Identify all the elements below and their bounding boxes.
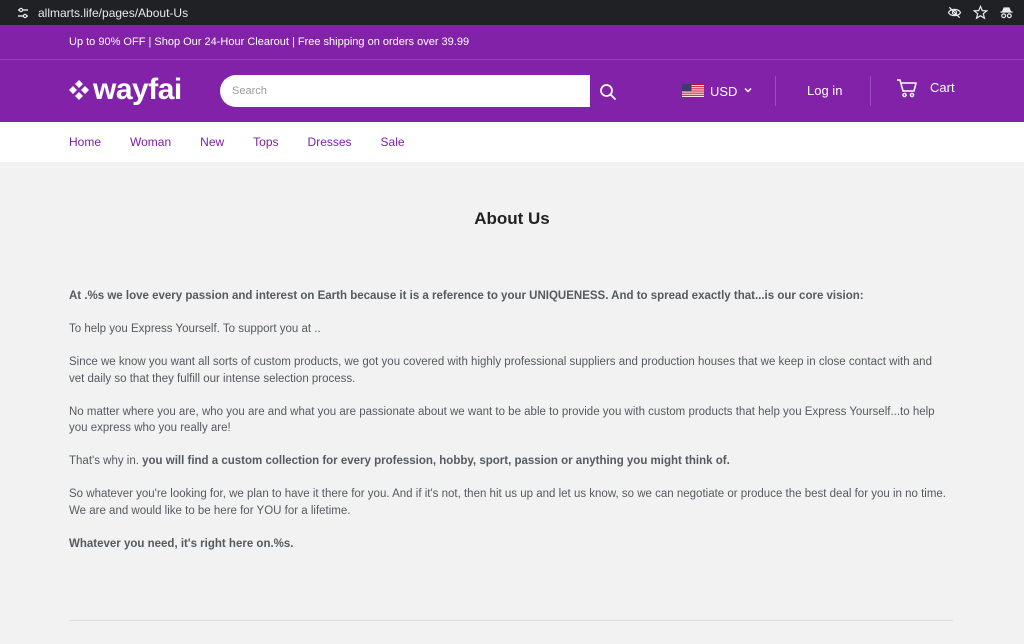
- announcement-text[interactable]: Up to 90% OFF | Shop Our 24-Hour Clearou…: [69, 36, 469, 48]
- main-nav: Home Woman New Tops Dresses Sale: [0, 122, 1024, 162]
- login-link[interactable]: Log in: [807, 83, 842, 98]
- cart-label: Cart: [930, 79, 955, 95]
- currency-label: USD: [710, 83, 738, 99]
- nav-item-woman[interactable]: Woman: [130, 135, 171, 149]
- eye-off-icon[interactable]: [946, 5, 962, 21]
- article-text-bold: you will find a custom collection for ev…: [142, 455, 730, 467]
- incognito-icon[interactable]: [998, 5, 1014, 21]
- article-text: That's why in.: [69, 455, 143, 467]
- article-paragraph: To help you Express Yourself. To support…: [69, 323, 321, 335]
- nav-item-dresses[interactable]: Dresses: [308, 135, 352, 149]
- cart-icon: [896, 78, 918, 103]
- article-paragraph: So whatever you're looking for, we plan …: [69, 488, 947, 517]
- article-paragraph: No matter where you are, who you are and…: [69, 405, 935, 435]
- header-divider: [775, 76, 776, 106]
- currency-selector[interactable]: USD: [682, 82, 753, 100]
- header-divider: [870, 76, 871, 106]
- nav-item-sale[interactable]: Sale: [381, 135, 405, 149]
- article-paragraph: That's why in. you will find a custom co…: [69, 453, 949, 470]
- chevron-down-icon: [743, 82, 753, 100]
- announcement-bar: Up to 90% OFF | Shop Our 24-Hour Clearou…: [0, 25, 1024, 60]
- us-flag-icon: [682, 84, 704, 98]
- article-paragraph: Whatever you need, it's right here on.%s…: [69, 537, 294, 550]
- about-article: At .%s we love every passion and interes…: [69, 288, 949, 569]
- cart-button[interactable]: Cart: [896, 78, 955, 102]
- main-content: About Us At .%s we love every passion an…: [0, 162, 1024, 644]
- search-input[interactable]: [220, 75, 590, 107]
- logo[interactable]: wayfai: [68, 72, 182, 108]
- page-title: About Us: [474, 209, 550, 228]
- article-paragraph: Since we know you want all sorts of cust…: [69, 356, 932, 385]
- site-settings-icon[interactable]: [16, 6, 30, 20]
- nav-item-tops[interactable]: Tops: [253, 135, 278, 149]
- browser-address-bar: allmarts.life/pages/About-Us: [0, 0, 1024, 25]
- nav-item-new[interactable]: New: [200, 135, 224, 149]
- bookmark-star-icon[interactable]: [972, 5, 988, 21]
- logo-mark-icon: [68, 79, 90, 101]
- site-header: wayfai USD: [0, 60, 1024, 122]
- search-box: [220, 75, 590, 107]
- browser-url[interactable]: allmarts.life/pages/About-Us: [38, 6, 188, 20]
- logo-text: wayfai: [93, 73, 182, 106]
- article-paragraph: At .%s we love every passion and interes…: [69, 290, 864, 302]
- footer-divider: [69, 620, 953, 621]
- nav-item-home[interactable]: Home: [69, 135, 101, 149]
- search-icon[interactable]: [596, 80, 620, 104]
